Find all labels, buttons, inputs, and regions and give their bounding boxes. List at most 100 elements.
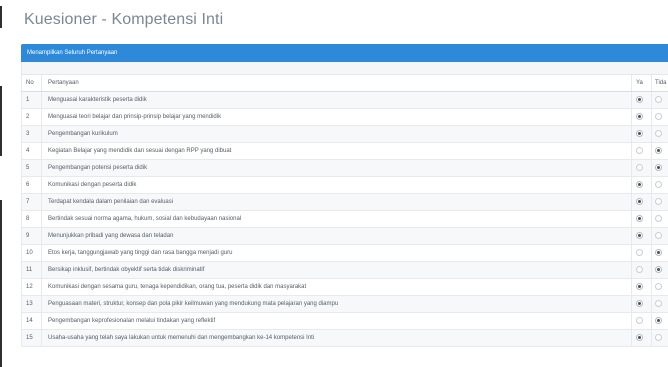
panel-header: Menampilkan Seluruh Pertanyaan: [21, 44, 668, 62]
yes-cell: [631, 176, 652, 194]
no-answer-radio[interactable]: [655, 317, 662, 325]
row-number: 13: [21, 295, 42, 313]
yes-radio[interactable]: [636, 198, 643, 206]
column-header-no: No: [21, 75, 42, 92]
no-answer-cell: [651, 193, 668, 211]
question-text: Komunikasi dengan sesama guru, tenaga ke…: [41, 278, 632, 296]
question-text: Menunjukkan pribadi yang dewasa dan tela…: [41, 227, 632, 245]
no-answer-cell: [651, 312, 668, 330]
yes-cell: [631, 210, 652, 228]
no-answer-cell: [651, 91, 668, 109]
table-row: 15 Usaha-usaha yang telah saya lakukan un…: [21, 329, 668, 347]
row-number: 10: [21, 244, 42, 262]
page: Kuesioner - Kompetensi Inti Menampilkan …: [0, 0, 668, 367]
table-row: 11 Bersikap inklusif, bertindak obyektif …: [21, 261, 668, 279]
table-row: 5 Pengembangan potensi peserta didik: [21, 159, 668, 177]
questions-table: No Pertanyaan Ya Tida 1 Menguasai karakte…: [21, 75, 668, 347]
no-answer-radio[interactable]: [655, 181, 662, 189]
table-row: 9 Menunjukkan pribadi yang dewasa dan tel…: [21, 227, 668, 245]
question-text: Bersikap inklusif, bertindak obyektif se…: [41, 261, 632, 279]
table-row: 6 Komunikasi dengan peserta didik: [21, 176, 668, 194]
question-text: Pengembangan keprofesionalan melalui tin…: [41, 312, 632, 330]
row-number: 2: [21, 108, 42, 126]
question-text: Pengembangan kurikulum: [41, 125, 632, 143]
table-row: 12 Komunikasi dengan sesama guru, tenaga …: [21, 278, 668, 296]
column-header-yes: Ya: [631, 75, 652, 92]
no-answer-radio[interactable]: [655, 215, 662, 223]
no-answer-radio[interactable]: [655, 232, 662, 240]
table-header-row: No Pertanyaan Ya Tida: [21, 75, 668, 92]
question-text: Terdapat kendala dalam penilaian dan eva…: [41, 193, 632, 211]
no-answer-cell: [651, 244, 668, 262]
question-text: Bertindak sesuai norma agama, hukum, sos…: [41, 210, 632, 228]
yes-cell: [631, 244, 652, 262]
row-number: 9: [21, 227, 42, 245]
no-answer-radio[interactable]: [655, 164, 662, 172]
yes-radio[interactable]: [636, 300, 643, 308]
left-edge-bar: [0, 0, 2, 367]
yes-radio[interactable]: [636, 130, 643, 138]
row-number: 8: [21, 210, 42, 228]
yes-cell: [631, 329, 652, 347]
yes-radio[interactable]: [636, 334, 643, 342]
yes-radio[interactable]: [636, 266, 643, 274]
no-answer-radio[interactable]: [655, 266, 662, 274]
no-answer-radio[interactable]: [655, 130, 662, 138]
no-answer-cell: [651, 329, 668, 347]
no-answer-radio[interactable]: [655, 300, 662, 308]
row-number: 7: [21, 193, 42, 211]
no-answer-radio[interactable]: [655, 147, 662, 155]
yes-radio[interactable]: [636, 232, 643, 240]
column-header-no-answer: Tida: [651, 75, 668, 92]
page-title: Kuesioner - Kompetensi Inti: [24, 11, 224, 28]
yes-cell: [631, 312, 652, 330]
no-answer-radio[interactable]: [655, 334, 662, 342]
panel-toolbar-spacer: [21, 62, 668, 75]
yes-radio[interactable]: [636, 113, 643, 121]
no-answer-cell: [651, 227, 668, 245]
yes-cell: [631, 108, 652, 126]
yes-radio[interactable]: [636, 147, 643, 155]
yes-radio[interactable]: [636, 96, 643, 104]
yes-cell: [631, 125, 652, 143]
no-answer-radio[interactable]: [655, 249, 662, 257]
table-row: 3 Pengembangan kurikulum: [21, 125, 668, 143]
no-answer-radio[interactable]: [655, 113, 662, 121]
table-row: 8 Bertindak sesuai norma agama, hukum, so…: [21, 210, 668, 228]
yes-radio[interactable]: [636, 181, 643, 189]
no-answer-cell: [651, 159, 668, 177]
no-answer-radio[interactable]: [655, 96, 662, 104]
question-text: Menguasai karakteristik peserta didik: [41, 91, 632, 109]
column-header-question: Pertanyaan: [41, 75, 632, 92]
no-answer-cell: [651, 108, 668, 126]
question-text: Kegiatan Belajar yang mendidik dan sesua…: [41, 142, 632, 160]
question-text: Pengembangan potensi peserta didik: [41, 159, 632, 177]
yes-radio[interactable]: [636, 317, 643, 325]
yes-cell: [631, 91, 652, 109]
row-number: 11: [21, 261, 42, 279]
yes-radio[interactable]: [636, 283, 643, 291]
no-answer-cell: [651, 142, 668, 160]
row-number: 15: [21, 329, 42, 347]
row-number: 6: [21, 176, 42, 194]
no-answer-cell: [651, 295, 668, 313]
yes-radio[interactable]: [636, 164, 643, 172]
yes-cell: [631, 159, 652, 177]
yes-cell: [631, 227, 652, 245]
questions-panel: Menampilkan Seluruh Pertanyaan No Pertan…: [21, 44, 668, 367]
no-answer-radio[interactable]: [655, 198, 662, 206]
yes-cell: [631, 142, 652, 160]
yes-radio[interactable]: [636, 249, 643, 257]
row-number: 12: [21, 278, 42, 296]
no-answer-cell: [651, 278, 668, 296]
yes-radio[interactable]: [636, 215, 643, 223]
no-answer-radio[interactable]: [655, 283, 662, 291]
row-number: 3: [21, 125, 42, 143]
question-text: Menguasai teori belajar dan prinsip-prin…: [41, 108, 632, 126]
no-answer-cell: [651, 210, 668, 228]
no-answer-cell: [651, 125, 668, 143]
question-text: Penguasaan materi, struktur, konsep dan …: [41, 295, 632, 313]
row-number: 1: [21, 91, 42, 109]
yes-cell: [631, 261, 652, 279]
row-number: 5: [21, 159, 42, 177]
